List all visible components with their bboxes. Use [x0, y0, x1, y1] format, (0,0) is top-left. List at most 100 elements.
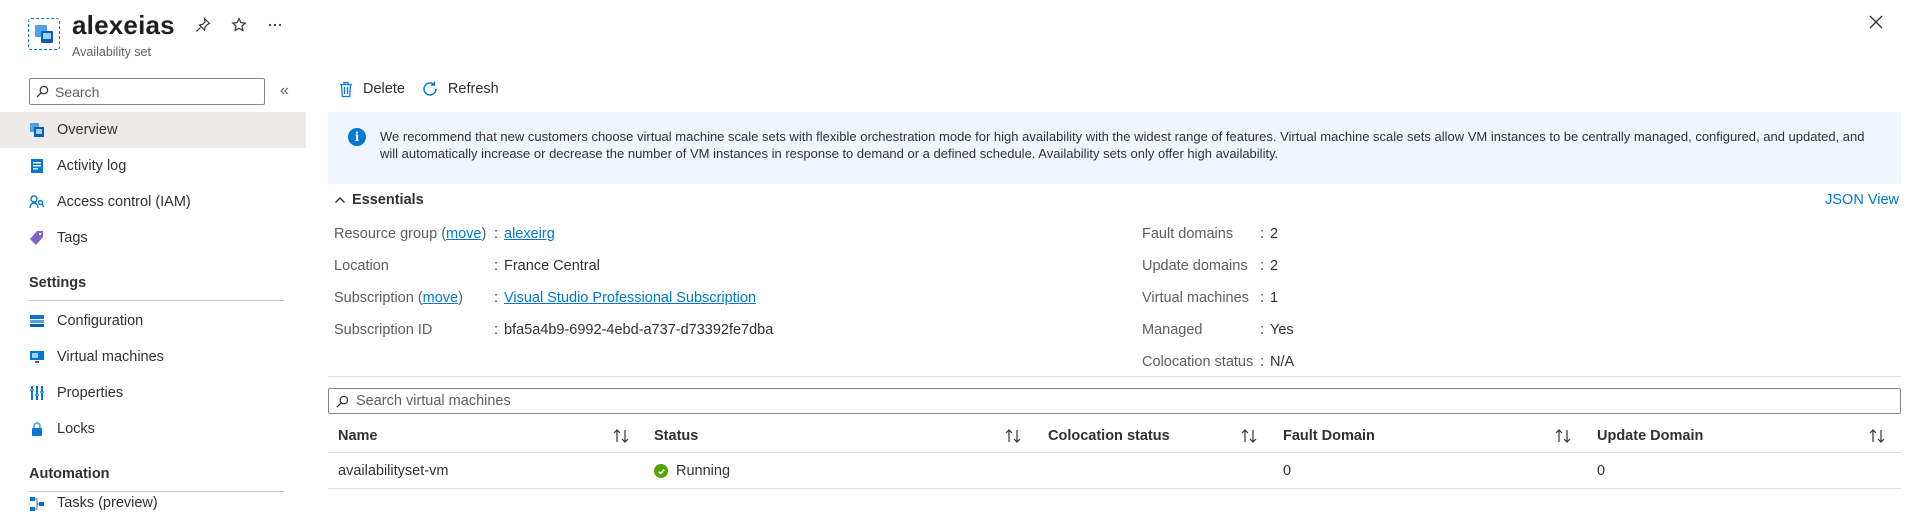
availability-set-icon — [28, 18, 60, 50]
sidebar-item-label: Configuration — [57, 313, 144, 329]
double-chevron-left-icon[interactable]: « — [280, 82, 289, 100]
sort-icon[interactable] — [1553, 427, 1573, 445]
separator: : — [1260, 258, 1265, 274]
move-subscription-link[interactable]: move — [423, 290, 458, 306]
sidebar-item-activity-log[interactable]: Activity log — [0, 148, 306, 184]
vm-fault-domain-cell: 0 — [1283, 463, 1292, 479]
star-icon[interactable] — [230, 16, 248, 34]
sidebar-item-properties[interactable]: Properties — [0, 375, 306, 411]
sort-icon[interactable] — [1239, 427, 1259, 445]
tag-icon — [28, 229, 46, 247]
essentials-label: Location — [334, 258, 389, 274]
vm-search-placeholder: Search virtual machines — [356, 393, 511, 409]
essentials-subscription: Subscription (move) : Visual Studio Prof… — [334, 290, 756, 306]
sidebar-item-locks[interactable]: Locks — [0, 411, 306, 447]
iam-icon — [28, 193, 46, 211]
essentials-update-domains: Update domains : 2 — [1142, 258, 1278, 274]
column-header-fault-domain[interactable]: Fault Domain — [1283, 419, 1375, 453]
update-domains-value: 2 — [1270, 258, 1279, 274]
sidebar: Search « Overview Activity log Access co… — [0, 76, 306, 514]
column-header-status[interactable]: Status — [654, 419, 698, 453]
separator: : — [1260, 290, 1265, 306]
table-row[interactable]: availabilityset-vm Running 0 0 — [328, 453, 1901, 489]
main-content: Delete Refresh i We recommend that new c… — [328, 76, 1909, 514]
sidebar-item-tasks[interactable]: Tasks (preview) — [0, 495, 306, 514]
essentials-label: Virtual machines — [1142, 290, 1249, 306]
resource-group-link[interactable]: alexeirg — [504, 226, 555, 242]
recommendation-text: We recommend that new customers choose v… — [380, 129, 1865, 161]
search-icon — [36, 85, 49, 98]
info-icon: i — [348, 128, 366, 146]
sidebar-item-label: Access control (IAM) — [57, 194, 191, 210]
column-header-colocation-status[interactable]: Colocation status — [1048, 419, 1170, 453]
subscription-link[interactable]: Visual Studio Professional Subscription — [504, 290, 756, 306]
json-view-link[interactable]: JSON View — [1825, 192, 1899, 208]
chevron-up-icon — [335, 197, 345, 203]
essentials-fault-domains: Fault domains : 2 — [1142, 226, 1278, 242]
sidebar-item-tags[interactable]: Tags — [0, 220, 306, 256]
overview-icon — [28, 121, 46, 139]
column-header-name[interactable]: Name — [338, 419, 378, 453]
refresh-button[interactable]: Refresh — [421, 80, 499, 98]
sidebar-item-label: Virtual machines — [57, 349, 164, 365]
section-divider — [29, 300, 284, 301]
sidebar-item-label: Overview — [57, 122, 118, 138]
essentials-label: Resource group (move) — [334, 226, 487, 242]
sort-icon[interactable] — [1003, 427, 1023, 445]
sidebar-item-label: Locks — [57, 421, 95, 437]
essentials-label: Subscription (move) — [334, 290, 463, 306]
essentials-label: Colocation status — [1142, 354, 1254, 370]
subscription-id-value: bfa5a4b9-6992-4ebd-a737-d73392fe7dba — [504, 322, 774, 338]
separator: : — [494, 290, 499, 306]
configuration-icon — [28, 312, 46, 330]
essentials-title: Essentials — [352, 192, 424, 208]
activity-log-icon — [28, 157, 46, 175]
fault-domains-value: 2 — [1270, 226, 1279, 242]
essentials-virtual-machines: Virtual machines : 1 — [1142, 290, 1278, 306]
location-value: France Central — [504, 258, 600, 274]
essentials-label-text: Resource group — [334, 226, 438, 242]
vm-update-domain-cell: 0 — [1597, 463, 1606, 479]
virtual-machines-value: 1 — [1270, 290, 1279, 306]
page-subtitle: Availability set — [72, 45, 151, 59]
sort-icon[interactable] — [611, 427, 631, 445]
section-header-settings: Settings — [29, 275, 87, 291]
separator: : — [1260, 322, 1265, 338]
vm-status-text: Running — [676, 463, 731, 479]
sidebar-item-configuration[interactable]: Configuration — [0, 303, 306, 339]
running-check-icon — [654, 464, 668, 478]
recommendation-banner: i We recommend that new customers choose… — [328, 112, 1901, 184]
sidebar-item-virtual-machines[interactable]: Virtual machines — [0, 339, 306, 375]
separator: : — [494, 258, 499, 274]
vm-status-cell: Running — [654, 453, 730, 489]
ellipsis-icon[interactable] — [266, 16, 284, 34]
pin-icon[interactable] — [194, 16, 212, 34]
delete-button[interactable]: Delete — [338, 81, 405, 98]
command-bar: Delete Refresh — [338, 80, 499, 98]
trash-icon — [340, 81, 352, 97]
managed-value: Yes — [1270, 322, 1294, 338]
essentials-location: Location : France Central — [334, 258, 600, 274]
lock-icon — [28, 420, 46, 438]
sidebar-item-label: Properties — [57, 385, 124, 401]
separator: : — [1260, 354, 1265, 370]
virtual-machine-icon — [28, 348, 46, 366]
sidebar-search-input[interactable]: Search — [29, 78, 265, 105]
separator: : — [494, 226, 499, 242]
vm-name-cell[interactable]: availabilityset-vm — [338, 453, 448, 489]
separator: : — [1260, 226, 1265, 242]
column-header-update-domain[interactable]: Update Domain — [1597, 419, 1703, 453]
colocation-status-value: N/A — [1270, 354, 1295, 370]
vm-search-input[interactable]: Search virtual machines — [328, 388, 1901, 414]
move-resource-group-link[interactable]: move — [446, 226, 481, 242]
sort-icon[interactable] — [1867, 427, 1887, 445]
delete-label: Delete — [363, 81, 405, 97]
sidebar-item-overview[interactable]: Overview — [0, 112, 306, 148]
essentials-label: Update domains — [1142, 258, 1248, 274]
essentials-toggle[interactable]: Essentials — [334, 192, 424, 208]
sidebar-item-iam[interactable]: Access control (IAM) — [0, 184, 306, 220]
table-header: Name Status Colocation status Fault Doma… — [328, 419, 1901, 453]
essentials-label: Subscription ID — [334, 322, 433, 338]
separator: : — [494, 322, 499, 338]
close-icon[interactable] — [1868, 14, 1888, 34]
